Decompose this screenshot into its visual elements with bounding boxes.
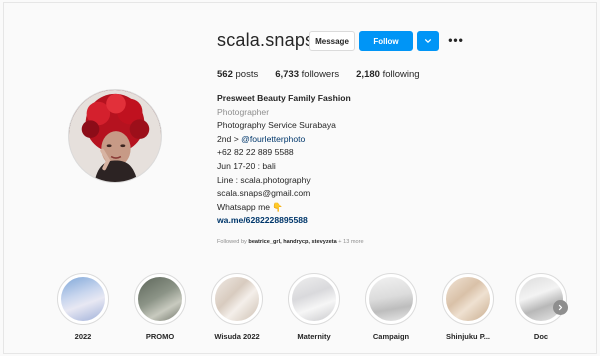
bio-line: Photography Service Surabaya [217, 120, 336, 131]
profile-stats: 562 posts 6,733 followers 2,180 followin… [217, 69, 437, 80]
highlight-thumbnail [446, 277, 490, 321]
highlight-ring [442, 273, 494, 325]
highlight-item[interactable]: Wisuda 2022 [207, 273, 267, 341]
mention-link[interactable]: @fourletterphoto [241, 134, 305, 144]
followers-count: 6,733 [275, 69, 299, 80]
bio-line: Line : scala.photography [217, 174, 311, 185]
highlight-thumbnail [215, 277, 259, 321]
profile-bio: Presweet Beauty Family Fashion Photograp… [217, 92, 351, 228]
followed-by-text[interactable]: Followed by beatrice_grl, handrycp, stev… [217, 239, 364, 245]
bio-line: Jun 17-20 : bali [217, 160, 276, 171]
follow-button[interactable]: Follow [359, 31, 413, 51]
profile-name: Presweet Beauty Family Fashion [217, 93, 351, 103]
chevron-down-icon [424, 39, 432, 43]
story-highlights: 2022 PROMO Wisuda 2022 Maternity Campaig… [53, 273, 573, 343]
highlight-item[interactable]: Maternity [284, 273, 344, 341]
following-count: 2,180 [356, 69, 380, 80]
highlight-label: 2022 [74, 332, 92, 341]
highlights-next-button[interactable] [553, 300, 568, 315]
more-options-icon[interactable]: ••• [447, 33, 465, 47]
posts-label: posts [235, 69, 259, 80]
highlight-item[interactable]: 2022 [53, 273, 113, 341]
followed-by-users: beatrice_grl, handrycp, stevyzeta [248, 239, 337, 245]
highlight-item[interactable]: Campaign [361, 273, 421, 341]
highlight-ring [57, 273, 109, 325]
followed-by-suffix: + 13 more [336, 239, 364, 245]
profile-category: Photographer [217, 106, 270, 117]
highlight-item[interactable]: PROMO [130, 273, 190, 341]
highlight-ring [515, 273, 567, 325]
highlight-thumbnail [138, 277, 182, 321]
bio-line: scala.snaps@gmail.com [217, 188, 311, 199]
highlight-ring [134, 273, 186, 325]
bio-website-link[interactable]: wa.me/6282228895588 [217, 214, 351, 228]
highlight-label: Maternity [297, 332, 331, 341]
followed-by-prefix: Followed by [217, 239, 249, 245]
bio-line-mention: 2nd > @fourletterphoto [217, 133, 351, 147]
bio-prefix: 2nd > [217, 133, 242, 144]
highlight-label: PROMO [145, 332, 175, 341]
avatar-image [69, 90, 161, 182]
posts-count: 562 [217, 69, 233, 80]
bio-line: Whatsapp me 👇 [217, 201, 284, 212]
highlight-label: Wisuda 2022 [214, 332, 260, 341]
highlight-thumbnail [61, 277, 105, 321]
suggested-dropdown-button[interactable] [417, 31, 439, 51]
highlight-label: Doc [533, 332, 549, 341]
highlight-thumbnail [292, 277, 336, 321]
highlight-thumbnail [519, 277, 563, 321]
highlight-thumbnail [369, 277, 413, 321]
message-button[interactable]: Message [309, 31, 355, 51]
chevron-right-icon [558, 304, 563, 311]
following-stat[interactable]: 2,180 following [356, 69, 419, 80]
followers-stat[interactable]: 6,733 followers [275, 69, 339, 80]
highlight-ring [365, 273, 417, 325]
posts-stat: 562 posts [217, 69, 258, 80]
following-label: following [382, 69, 420, 80]
highlight-label: Shinjuku P... [445, 332, 491, 341]
username: scala.snaps [217, 30, 315, 50]
highlight-ring [211, 273, 263, 325]
highlight-label: Campaign [372, 332, 410, 341]
highlight-ring [288, 273, 340, 325]
profile-page: scala.snaps Message Follow ••• 562 posts… [3, 2, 597, 354]
highlight-item[interactable]: Shinjuku P... [438, 273, 498, 341]
bio-line: +62 82 22 889 5588 [217, 147, 294, 158]
profile-avatar[interactable] [68, 89, 162, 183]
followers-label: followers [301, 69, 340, 80]
